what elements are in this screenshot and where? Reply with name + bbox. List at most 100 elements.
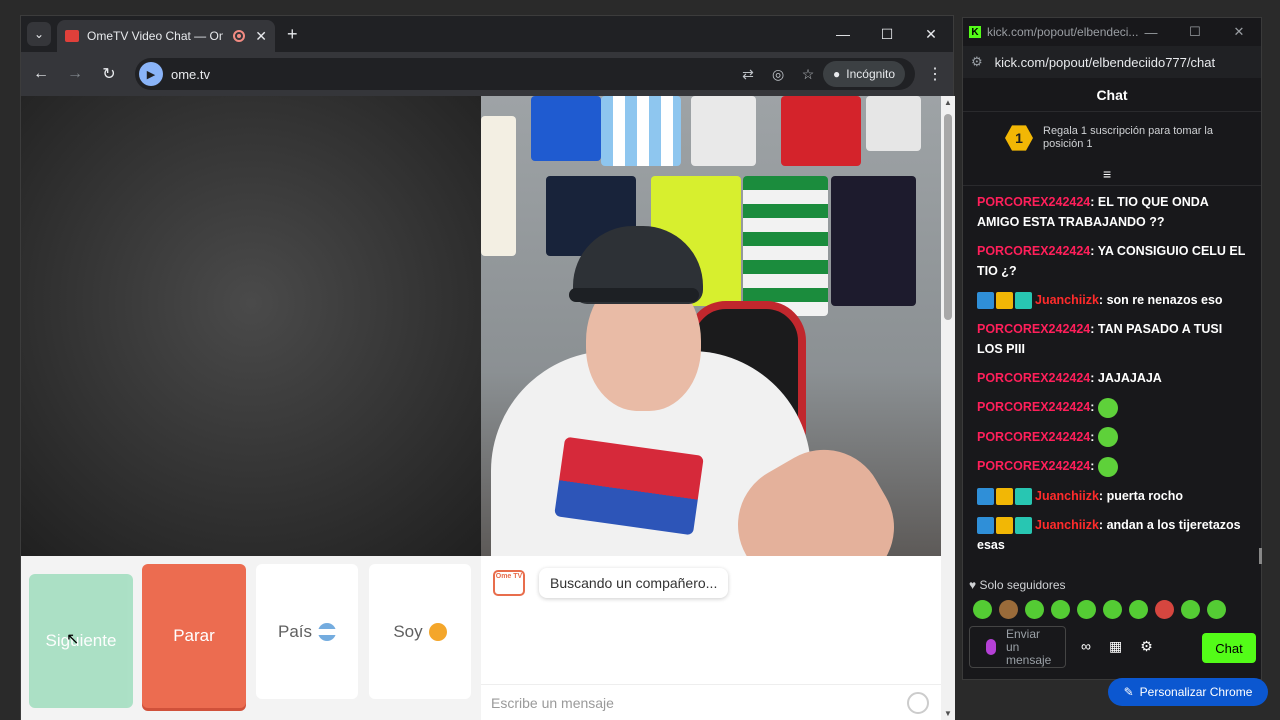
emote-icon[interactable] (1103, 600, 1122, 619)
chat-username[interactable]: Juanchiizk (1035, 293, 1099, 307)
site-settings-icon[interactable]: ⚙ (971, 54, 983, 70)
emote-icon[interactable] (1129, 600, 1148, 619)
window-controls: — ☐ ✕ (821, 16, 953, 52)
page-scrollbar[interactable]: ▲ ▼ (941, 96, 955, 720)
emote-icon[interactable] (1077, 600, 1096, 619)
emote-icon[interactable] (1181, 600, 1200, 619)
customize-chrome-button[interactable]: ✎ Personalizar Chrome (1108, 678, 1268, 706)
chat-scrollbar[interactable] (1259, 548, 1262, 564)
badge-icon (1015, 488, 1032, 506)
emote-icon[interactable] (1051, 600, 1070, 619)
emote-icon (1097, 427, 1118, 448)
address-bar[interactable]: ▶ ome.tv ⇄ ◎ ☆ ● Incógnito (135, 58, 915, 90)
chat-message: PORCOREX242424: (977, 397, 1247, 418)
incognito-label: Incógnito (846, 67, 895, 81)
kick-popup-window: K kick.com/popout/elbendeci... — ☐ ✕ ⚙ k… (962, 17, 1262, 680)
chat-username[interactable]: PORCOREX242424 (977, 459, 1090, 473)
kick-close-button[interactable]: ✕ (1217, 18, 1261, 46)
bookmark-star-icon[interactable]: ☆ (793, 66, 823, 83)
kick-message-input[interactable]: Enviar un mensaje (969, 626, 1066, 668)
toolbar: ← → ↻ ▶ ome.tv ⇄ ◎ ☆ ● Incógnito ⋮ (21, 52, 953, 96)
chat-tools: ∞ ▦ ⚙ (1081, 638, 1153, 655)
mic-icon[interactable] (986, 639, 996, 655)
chat-message: PORCOREX242424: TAN PASADO A TUSI LOS PI… (977, 322, 1223, 356)
chat-message: PORCOREX242424: (977, 456, 1247, 478)
chat-username[interactable]: PORCOREX242424 (977, 400, 1090, 414)
gender-button[interactable]: Soy (369, 564, 471, 699)
user-badges (977, 488, 1032, 506)
tab-close-button[interactable]: ✕ (255, 28, 267, 45)
message-input[interactable]: Escribe un mensaje (481, 684, 941, 720)
incognito-badge[interactable]: ● Incógnito (823, 61, 905, 87)
emote-icon[interactable] (1155, 600, 1174, 619)
user-badges (977, 517, 1032, 535)
emote-icon[interactable] (999, 600, 1018, 619)
points-icon[interactable]: ∞ (1081, 638, 1091, 655)
back-button[interactable]: ← (24, 65, 58, 83)
kick-window-controls: — ☐ ✕ (1129, 18, 1261, 46)
chat-text: JAJAJAJA (1097, 371, 1162, 385)
kick-address-bar[interactable]: ⚙ kick.com/popout/elbendeciido777/chat (963, 46, 1261, 78)
emoji-picker-icon[interactable] (907, 692, 929, 714)
emote-icon[interactable] (1025, 600, 1044, 619)
url-text[interactable]: ome.tv (171, 67, 733, 82)
emote-icon (1097, 397, 1118, 418)
tab-ometv[interactable]: OmeTV Video Chat — Ome ✕ (57, 20, 275, 52)
chat-message: PORCOREX242424: EL TIO QUE ONDA AMIGO ES… (977, 195, 1209, 229)
chat-username[interactable]: PORCOREX242424 (977, 195, 1090, 209)
pinned-gift-banner[interactable]: 1 Regala 1 suscripción para tomar la pos… (963, 112, 1261, 164)
ometv-favicon-icon (65, 30, 79, 42)
kick-chat-header: Chat (963, 78, 1261, 112)
store-icon[interactable]: ▦ (1109, 638, 1122, 655)
minimize-button[interactable]: — (821, 16, 865, 52)
scrollbar-thumb[interactable] (944, 114, 952, 320)
chat-username[interactable]: PORCOREX242424 (977, 322, 1090, 336)
emote-icon[interactable] (973, 600, 992, 619)
kick-minimize-button[interactable]: — (1129, 18, 1173, 46)
close-window-button[interactable]: ✕ (909, 16, 953, 52)
pinned-gift-text: Regala 1 suscripción para tomar la posic… (1043, 125, 1213, 150)
customize-chrome-label: Personalizar Chrome (1139, 685, 1253, 699)
stop-button[interactable]: Parar (142, 564, 246, 708)
emote-icon[interactable] (1207, 600, 1226, 619)
chat-text: son re nenazos eso (1106, 293, 1223, 307)
ometv-logo: Ome TV (493, 570, 525, 596)
eye-off-icon[interactable]: ◎ (763, 66, 793, 83)
maximize-button[interactable]: ☐ (865, 16, 909, 52)
chat-username[interactable]: Juanchiizk (1035, 489, 1099, 503)
tab-search-button[interactable]: ⌄ (27, 22, 51, 46)
reload-button[interactable]: ↻ (92, 64, 126, 84)
badge-icon (996, 488, 1013, 506)
chat-username[interactable]: PORCOREX242424 (977, 371, 1090, 385)
next-button-label: Siguiente (45, 631, 117, 650)
badge-icon (1015, 292, 1032, 310)
next-button[interactable]: Siguiente (29, 574, 133, 708)
scroll-up-icon[interactable]: ▲ (944, 98, 952, 107)
status-bubble: Buscando un compañero... (539, 568, 729, 598)
chat-message: PORCOREX242424: (977, 427, 1247, 448)
forward-button[interactable]: → (58, 65, 92, 83)
chat-username[interactable]: PORCOREX242424 (977, 244, 1090, 258)
jersey-image (781, 96, 861, 166)
badge-icon (977, 488, 994, 506)
chat-message: PORCOREX242424: YA CONSIGUIO CELU EL TIO… (977, 244, 1246, 278)
collapse-icon[interactable]: ≡ (1103, 166, 1111, 182)
stop-button-label: Parar (173, 626, 215, 645)
ome-chat-panel: Ome TV Buscando un compañero... Escribe … (481, 556, 941, 720)
send-chat-button[interactable]: Chat (1202, 633, 1256, 663)
chat-text: puerta rocho (1106, 489, 1183, 504)
ometv-page: Siguiente ↖ Parar País Soy Ome TV Buscan… (21, 96, 955, 720)
badge-icon (996, 292, 1013, 310)
country-button[interactable]: País (256, 564, 358, 699)
chat-username[interactable]: Juanchiizk (1035, 518, 1099, 532)
scroll-down-icon[interactable]: ▼ (944, 709, 952, 718)
new-tab-button[interactable]: + (287, 24, 298, 45)
kick-maximize-button[interactable]: ☐ (1173, 18, 1217, 46)
browser-menu-button[interactable]: ⋮ (927, 64, 943, 84)
translate-icon[interactable]: ⇄ (733, 66, 763, 83)
followers-only-indicator: ♥ Solo seguidores (969, 578, 1066, 592)
settings-gear-icon[interactable]: ⚙ (1140, 638, 1153, 655)
chat-username[interactable]: PORCOREX242424 (977, 430, 1090, 444)
jersey-image (831, 176, 916, 306)
site-info-icon[interactable]: ▶ (139, 62, 163, 86)
